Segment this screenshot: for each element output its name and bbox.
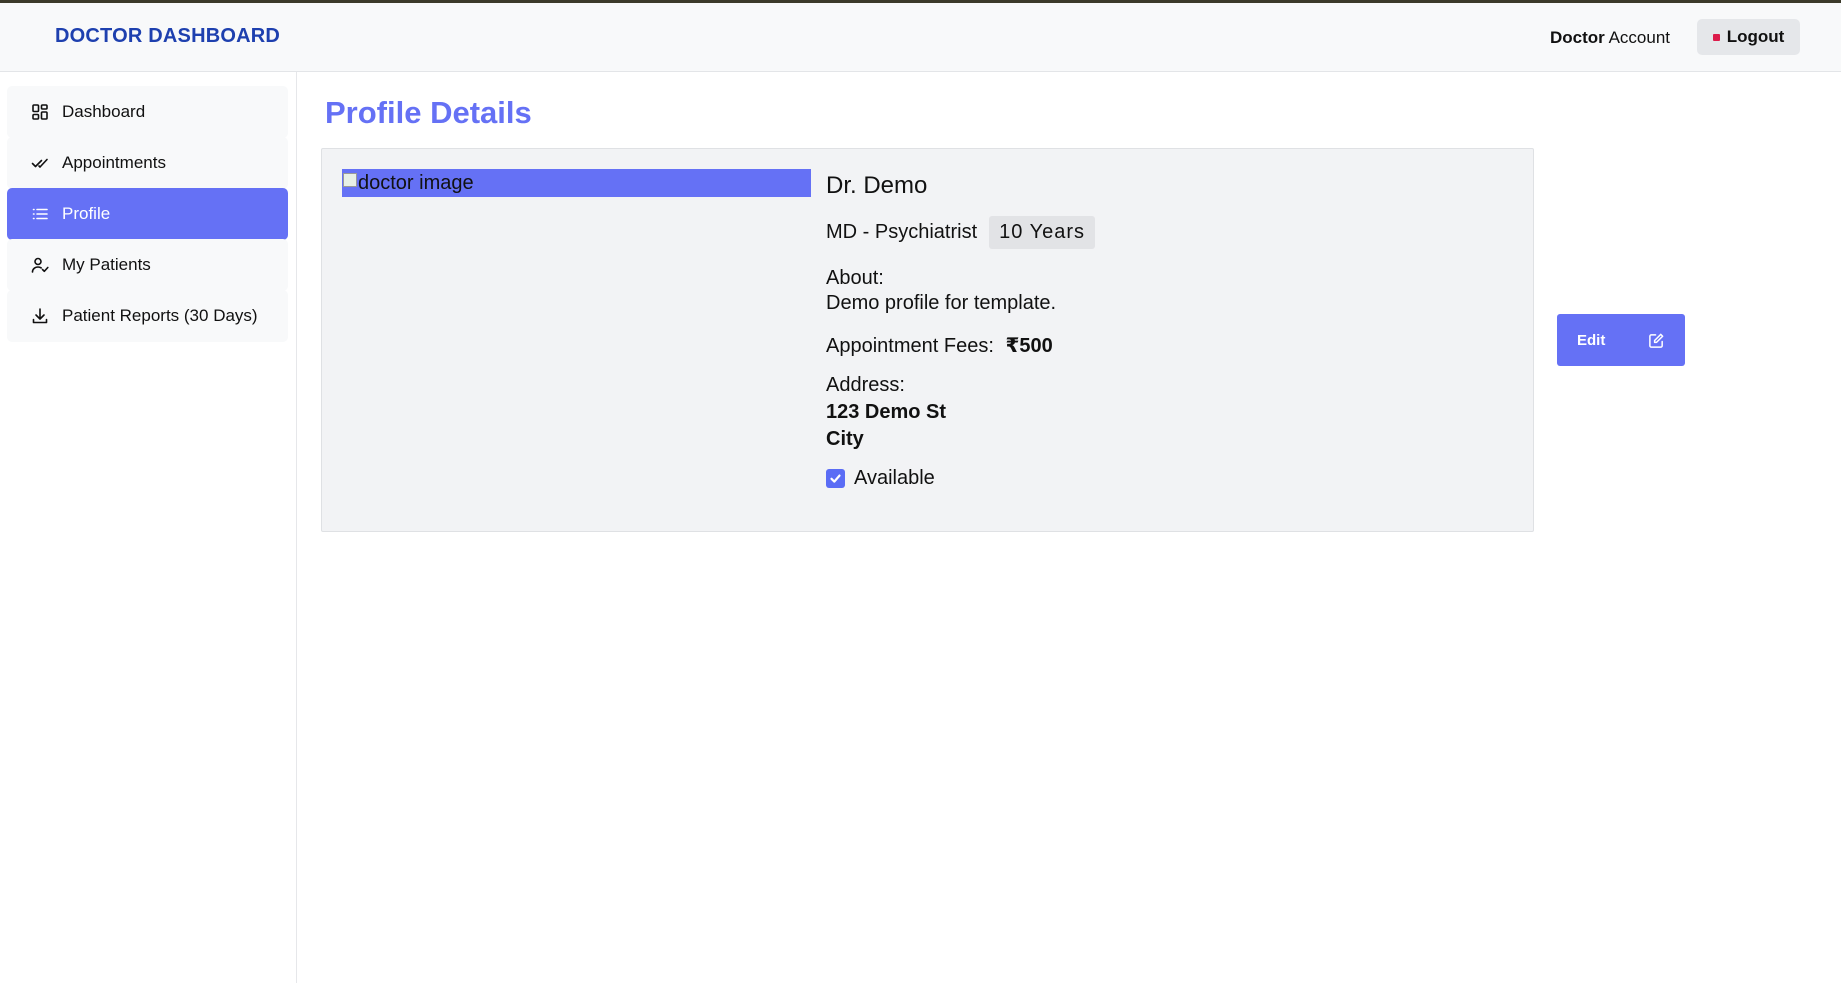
doctor-image: doctor image — [342, 169, 811, 197]
grid-icon — [31, 103, 49, 121]
sidebar-item-label: Profile — [62, 204, 111, 223]
sidebar-item-profile[interactable]: Profile — [7, 188, 288, 240]
list-icon — [31, 205, 49, 223]
sidebar: Dashboard Appointments Profile My Patien… — [0, 72, 297, 983]
address-label: Address: — [826, 374, 905, 396]
sidebar-item-label: Appointments — [62, 153, 166, 172]
about-label: About: — [826, 267, 884, 289]
doctor-degree: MD - Psychiatrist — [826, 221, 978, 243]
logout-label: Logout — [1726, 27, 1785, 46]
edit-label: Edit — [1577, 331, 1606, 349]
fees-label: Appointment Fees: — [826, 335, 994, 357]
edit-profile-button[interactable]: Edit — [1557, 314, 1685, 366]
sidebar-item-appointments[interactable]: Appointments — [7, 137, 288, 189]
fees-value: ₹500 — [1005, 335, 1053, 357]
broken-image-icon — [343, 173, 357, 187]
sidebar-item-patient-reports[interactable]: Patient Reports (30 Days) — [7, 290, 288, 342]
brand-title: DOCTOR DASHBOARD — [55, 25, 281, 47]
sidebar-item-dashboard[interactable]: Dashboard — [7, 86, 288, 138]
logout-button[interactable]: Logout — [1697, 19, 1800, 55]
experience-badge: 10 Years — [989, 216, 1095, 249]
address-line-2: City — [826, 428, 864, 450]
fees-row: Appointment Fees: ₹500 — [826, 333, 1095, 358]
about-text: Demo profile for template. — [826, 292, 1057, 314]
navbar: DOCTOR DASHBOARD Doctor Account Logout — [0, 3, 1841, 72]
edit-icon — [1649, 333, 1664, 348]
account-label: Doctor Account — [1550, 28, 1670, 48]
account-role: Doctor — [1550, 28, 1605, 47]
address-line-1: 123 Demo St — [826, 401, 947, 423]
profile-card: doctor image Dr. Demo MD - Psychiatrist … — [321, 148, 1534, 532]
checkmark-icon — [830, 474, 841, 483]
sidebar-item-label: Dashboard — [62, 102, 146, 121]
profile-info: Dr. Demo MD - Psychiatrist 10 Years Abou… — [826, 169, 1095, 490]
available-checkbox[interactable] — [826, 469, 845, 488]
sidebar-item-label: My Patients — [62, 255, 151, 274]
logout-icon — [1712, 33, 1720, 41]
sidebar-item-label: Patient Reports (30 Days) — [62, 306, 258, 325]
availability-row: Available — [826, 467, 1095, 490]
degree-row: MD - Psychiatrist 10 Years — [826, 216, 1095, 249]
sidebar-item-my-patients[interactable]: My Patients — [7, 239, 288, 291]
page-title: Profile Details — [325, 95, 532, 130]
double-check-icon — [31, 154, 49, 172]
available-label: Available — [854, 467, 935, 489]
user-check-icon — [31, 256, 49, 274]
doctor-name: Dr. Demo — [826, 172, 928, 199]
download-icon — [31, 307, 49, 325]
account-suffix: Account — [1604, 28, 1670, 47]
doctor-image-alt: doctor image — [358, 172, 474, 194]
